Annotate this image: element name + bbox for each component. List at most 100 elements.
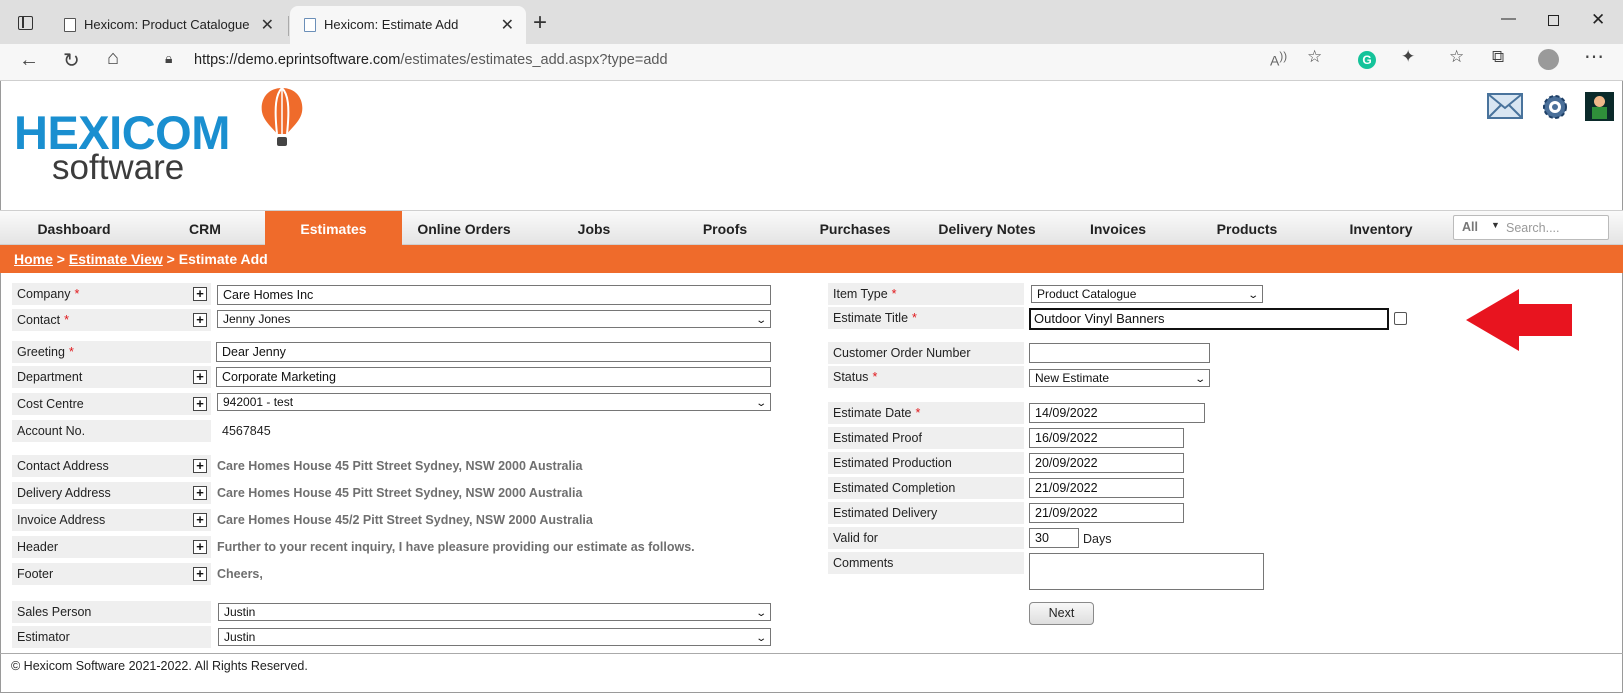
customer-order-number-field[interactable]: [1029, 343, 1210, 363]
add-company-icon[interactable]: +: [193, 287, 207, 301]
chevron-down-icon[interactable]: ▼: [1491, 220, 1500, 230]
contact-address-label: Contact Address: [12, 455, 211, 477]
url-field[interactable]: https://demo.eprintsoftware.com/estimate…: [194, 52, 668, 68]
grammarly-icon[interactable]: G: [1358, 51, 1376, 69]
nav-inventory[interactable]: Inventory: [1312, 211, 1450, 246]
more-icon[interactable]: ⋯: [1584, 44, 1604, 69]
close-window-icon[interactable]: ✕: [1591, 10, 1605, 30]
valid-for-unit: Days: [1083, 532, 1112, 546]
add-invoice-address-icon[interactable]: +: [193, 513, 207, 527]
edit-header-icon[interactable]: +: [193, 540, 207, 554]
tab-divider: [288, 16, 289, 36]
favorite-add-icon[interactable]: ☆: [1307, 47, 1322, 67]
estimate-title-field[interactable]: Outdoor Vinyl Banners: [1029, 308, 1389, 330]
add-delivery-address-icon[interactable]: +: [193, 486, 207, 500]
nav-delivery-notes[interactable]: Delivery Notes: [920, 211, 1054, 246]
mail-icon[interactable]: [1487, 92, 1523, 120]
breadcrumb-estimate-view-link[interactable]: Estimate View: [69, 251, 163, 267]
estimated-completion-label: Estimated Completion: [828, 477, 1024, 499]
back-icon[interactable]: ←: [19, 49, 39, 72]
account-no-label: Account No.: [12, 420, 211, 442]
company-field[interactable]: Care Homes Inc: [217, 285, 771, 305]
greeting-field[interactable]: Dear Jenny: [216, 342, 771, 362]
annotation-arrow: [1466, 289, 1572, 351]
cost-centre-label: Cost Centre: [12, 393, 211, 415]
comments-textarea[interactable]: [1029, 553, 1264, 590]
estimated-proof-field[interactable]: 16/09/2022: [1029, 428, 1184, 448]
contact-label: Contact *: [12, 309, 211, 331]
valid-for-field[interactable]: 30: [1029, 528, 1079, 548]
favorites-icon[interactable]: ☆: [1449, 47, 1464, 67]
add-contact-address-icon[interactable]: +: [193, 459, 207, 473]
nav-proofs[interactable]: Proofs: [660, 211, 790, 246]
estimated-delivery-label: Estimated Delivery: [828, 502, 1024, 524]
read-aloud-icon[interactable]: A)): [1270, 50, 1287, 69]
nav-crm[interactable]: CRM: [140, 211, 270, 246]
greeting-label: Greeting *: [12, 341, 211, 363]
breadcrumb-home-link[interactable]: Home: [14, 251, 53, 267]
nav-estimates[interactable]: Estimates: [265, 211, 402, 246]
close-tab-icon[interactable]: ✕: [501, 15, 514, 35]
nav-products[interactable]: Products: [1182, 211, 1312, 246]
status-label: Status *: [828, 366, 1024, 388]
estimator-label: Estimator: [12, 626, 211, 648]
estimator-select[interactable]: Justin ⌄: [218, 628, 771, 646]
add-department-icon[interactable]: +: [193, 370, 207, 384]
nav-online-orders[interactable]: Online Orders: [402, 211, 526, 246]
search-scope-select[interactable]: All: [1462, 220, 1478, 234]
search-box: All ▼ Search....: [1453, 215, 1609, 240]
page-icon: [64, 18, 76, 32]
add-cost-centre-icon[interactable]: +: [193, 397, 207, 411]
status-select[interactable]: New Estimate ⌄: [1029, 369, 1210, 387]
balloon-icon: [261, 87, 303, 146]
estimate-title-checkbox[interactable]: [1394, 312, 1407, 325]
estimate-date-label: Estimate Date *: [828, 402, 1024, 424]
delivery-address-label: Delivery Address: [12, 482, 211, 504]
estimated-production-field[interactable]: 20/09/2022: [1029, 453, 1184, 473]
settings-gear-icon[interactable]: [1540, 92, 1570, 122]
chevron-down-icon: ⌄: [754, 315, 767, 326]
department-field[interactable]: Corporate Marketing: [216, 367, 771, 387]
sales-person-select[interactable]: Justin ⌄: [218, 603, 771, 621]
comments-label: Comments: [828, 552, 1024, 574]
collections-icon[interactable]: ⧉: [1492, 47, 1504, 67]
nav-jobs[interactable]: Jobs: [530, 211, 658, 246]
refresh-icon[interactable]: ↻: [63, 48, 80, 73]
new-tab-icon[interactable]: +: [533, 9, 547, 37]
maximize-icon[interactable]: [1548, 15, 1559, 26]
chevron-down-icon: ⌄: [754, 633, 767, 644]
department-label: Department: [12, 366, 211, 388]
cost-centre-select[interactable]: 942001 - test ⌄: [217, 393, 771, 411]
add-contact-icon[interactable]: +: [193, 313, 207, 327]
lock-icon[interactable]: 🔒︎: [165, 50, 172, 67]
close-tab-icon[interactable]: ✕: [261, 15, 274, 35]
delivery-address-value: Care Homes House 45 Pitt Street Sydney, …: [217, 486, 583, 500]
estimated-delivery-field[interactable]: 21/09/2022: [1029, 503, 1184, 523]
edit-footer-icon[interactable]: +: [193, 567, 207, 581]
search-input[interactable]: Search....: [1506, 221, 1560, 235]
tab-actions-icon[interactable]: [18, 16, 33, 30]
account-no-value: 4567845: [222, 424, 271, 438]
page-footer: © Hexicom Software 2021-2022. All Rights…: [0, 653, 1623, 673]
contact-select[interactable]: Jenny Jones ⌄: [217, 310, 771, 328]
tab-estimate-add[interactable]: Hexicom: Estimate Add ✕: [290, 6, 526, 44]
home-icon[interactable]: ⌂: [107, 47, 119, 70]
page-icon: [304, 18, 316, 32]
profile-avatar[interactable]: [1538, 49, 1559, 70]
estimated-completion-field[interactable]: 21/09/2022: [1029, 478, 1184, 498]
next-button[interactable]: Next: [1029, 602, 1094, 625]
chevron-down-icon: ⌄: [754, 398, 767, 409]
user-avatar[interactable]: [1585, 92, 1614, 121]
tab-product-catalogue[interactable]: Hexicom: Product Catalogue ✕: [50, 6, 286, 44]
extensions-icon[interactable]: ✦: [1401, 47, 1415, 67]
main-nav: Dashboard CRM Estimates Online Orders Jo…: [0, 210, 1623, 246]
estimate-date-field[interactable]: 14/09/2022: [1029, 403, 1205, 423]
nav-purchases[interactable]: Purchases: [790, 211, 920, 246]
minimize-icon[interactable]: —: [1501, 10, 1516, 27]
footer-label: Footer: [12, 563, 211, 585]
nav-invoices[interactable]: Invoices: [1054, 211, 1182, 246]
item-type-label: Item Type *: [828, 283, 1024, 305]
invoice-address-value: Care Homes House 45/2 Pitt Street Sydney…: [217, 513, 593, 527]
nav-dashboard[interactable]: Dashboard: [10, 211, 138, 246]
item-type-select[interactable]: Product Catalogue ⌄: [1031, 285, 1263, 303]
